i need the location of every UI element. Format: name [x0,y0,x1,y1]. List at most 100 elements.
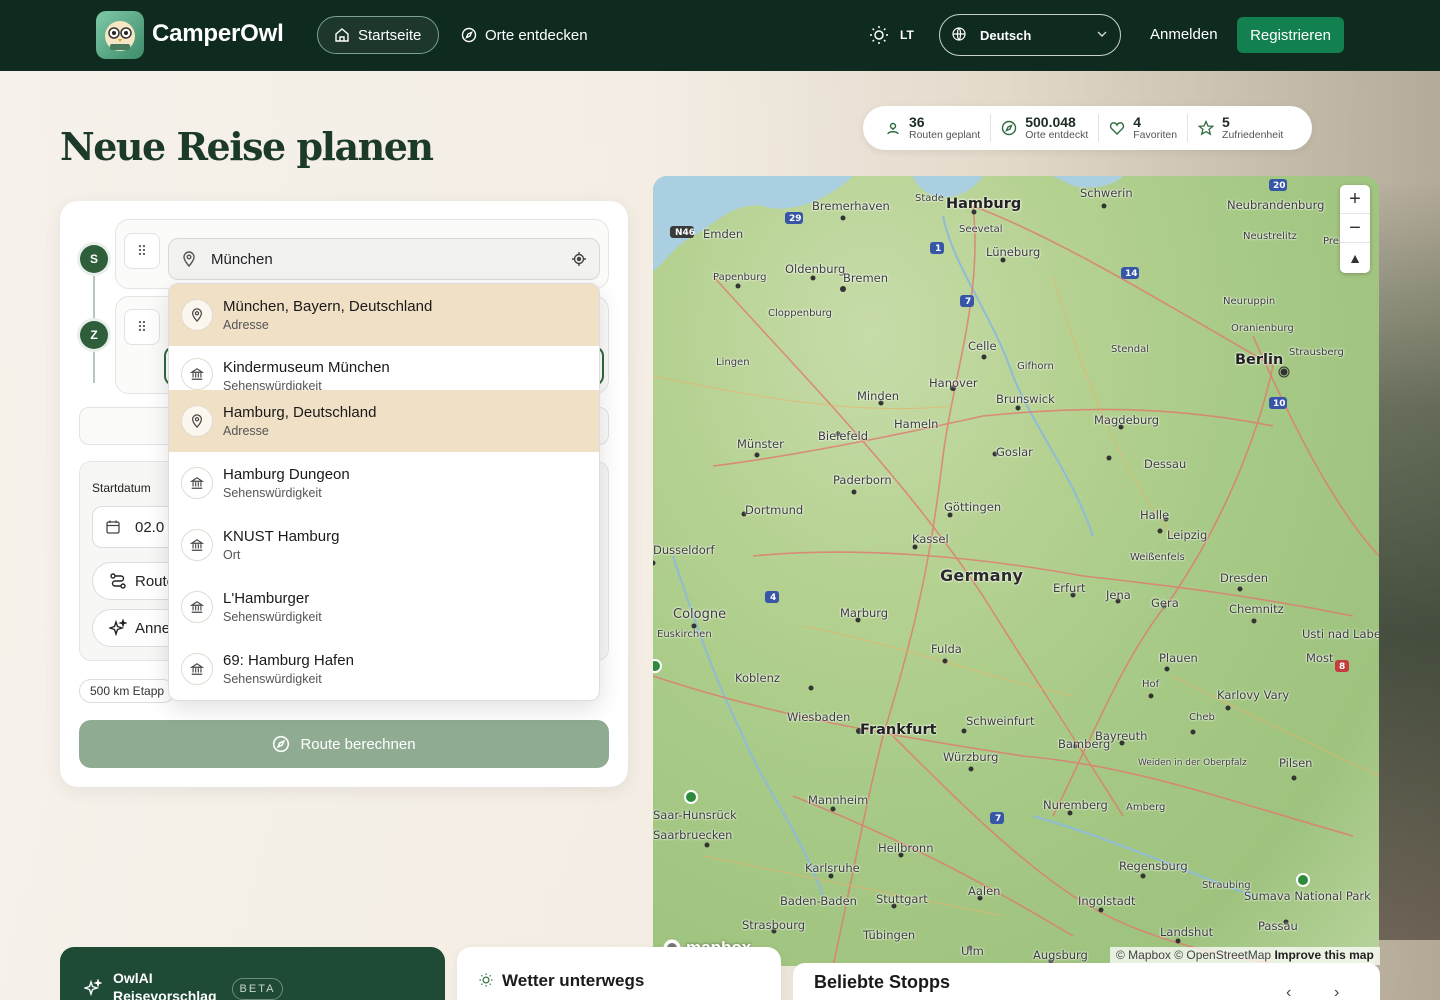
chevron-left-icon[interactable]: ‹ [1286,984,1291,1000]
nav-discover-button[interactable]: Orte entdecken [445,16,604,54]
theme-toggle[interactable]: LT [868,24,914,46]
attribution-text[interactable]: © Mapbox © OpenStreetMap [1116,948,1271,962]
svg-text:7: 7 [965,297,971,307]
svg-text:14: 14 [1125,269,1138,279]
route-map[interactable]: N46 29 1 7 14 20 10 4 7 8 Hamburg Schwer… [653,176,1379,966]
map-city-label: Fulda [931,642,962,656]
star-icon [1198,120,1215,136]
drag-handle-icon[interactable]: ⠿ [124,309,160,345]
stage-length-tag[interactable]: 500 km Etapp [79,679,176,703]
map-city-label: Chemnitz [1229,602,1284,616]
map-city-label: Emden [703,227,744,241]
map-city-label: Berlin [1235,352,1284,368]
map-city-label: Hof [1142,679,1160,690]
suggestion-item[interactable]: Kindermuseum München Sehenswürdigkeit [169,346,599,390]
map-city-label: Oldenburg [785,262,846,276]
map-city-label: Baden-Baden [780,894,857,908]
stat-label: Zufriedenheit [1222,129,1284,141]
map-city-label: Euskirchen [657,629,712,640]
owl-logo[interactable] [96,11,144,59]
language-value: Deutsch [980,27,1032,43]
suggestion-item[interactable]: München, Bayern, Deutschland Adresse [169,284,599,346]
heart-icon [1110,122,1125,135]
svg-text:29: 29 [789,214,802,224]
stat-value: 500.048 [1025,114,1076,130]
suggestion-item[interactable]: L'Hamburger Sehenswürdigkeit [169,576,599,638]
suggestion-name: 69: Hamburg Hafen [223,651,354,669]
map-city-label: Hameln [894,417,939,431]
suggestion-name: München, Bayern, Deutschland [223,297,433,315]
map-city-label: Karlsruhe [805,861,860,875]
compass-icon [461,27,477,43]
svg-text:N46: N46 [675,228,695,238]
map-city-label: Saar-Hunsrück [653,808,737,822]
stats-bar: 36 Routen geplant 500.048 Orte entdeckt 4F… [863,106,1312,150]
stat-value: 4 [1133,114,1142,130]
theme-label: LT [900,28,914,42]
map-city-label: Stade [915,193,944,204]
map-city-label: Ingolstadt [1078,894,1136,908]
map-city-label: Nuremberg [1043,798,1108,812]
stat-label: Orte entdeckt [1025,129,1089,141]
map-city-label: Mannheim [808,793,869,807]
map-city-label: Leipzig [1167,528,1208,542]
stat-label: Favoriten [1133,129,1178,141]
map-city-label: Halle [1140,508,1170,522]
weather-title: Wetter unterwegs [502,971,645,990]
compass-reset-button[interactable]: ▲ [1340,243,1370,272]
startdatum-label: Startdatum [92,481,151,495]
sparkles-icon [84,979,102,997]
svg-text:4: 4 [770,593,776,603]
map-city-label: Brunswick [996,392,1055,406]
chevron-right-icon[interactable]: › [1334,984,1339,1000]
map-city-label: Regensburg [1119,859,1188,873]
map-city-label: Pilsen [1279,756,1313,770]
map-city-label: Stendal [1111,344,1150,355]
pin-icon [181,405,213,437]
map-city-label: Cologne [673,607,727,622]
top-navbar: CamperOwl Startseite Orte entdecken LT D… [0,0,1440,71]
map-city-label: Dresden [1220,571,1269,585]
svg-text:1: 1 [935,244,941,254]
brand-name[interactable]: CamperOwl [152,20,284,48]
suggestion-item[interactable]: KNUST Hamburg Ort [169,514,599,576]
museum-icon [181,653,213,685]
map-city-label: Neustrelitz [1243,231,1297,242]
start-marker: S [80,245,108,273]
locate-icon[interactable] [571,251,587,267]
popular-stops-title: Beliebte Stopps [814,972,951,992]
stat-favorites: 4 Favoriten [1098,114,1187,142]
pin-icon [181,299,213,331]
login-link[interactable]: Anmelden [1150,26,1218,43]
stat-routes: 36 Routen geplant [875,114,990,142]
map-city-label: Papenburg [713,272,767,283]
suggestion-item[interactable]: Hamburg, Deutschland Adresse [169,390,599,452]
svg-text:20: 20 [1273,181,1286,191]
zoom-out-button[interactable]: − [1340,214,1370,243]
svg-text:7: 7 [995,814,1001,824]
chevron-down-icon [1096,28,1108,43]
suggestion-type: Adresse [223,423,269,438]
drag-handle-icon[interactable]: ⠿ [124,233,160,269]
suggestion-name: Hamburg Dungeon [223,465,350,483]
calculate-route-button[interactable]: Route berechnen [79,720,609,768]
map-city-label: Gifhorn [1017,361,1054,372]
map-city-label: Heilbronn [878,841,934,855]
map-city-label: Usti nad Labem [1302,627,1379,641]
map-city-label: Amberg [1126,802,1166,813]
improve-map-link[interactable]: Improve this map [1274,948,1373,962]
suggestion-name: L'Hamburger [223,589,310,607]
suggestion-item[interactable]: Hamburg Dungeon Sehenswürdigkeit [169,452,599,514]
map-city-label: Erfurt [1053,581,1086,595]
map-city-label: Weißenfels [1130,552,1185,563]
zoom-in-button[interactable]: + [1340,185,1370,214]
start-location-input[interactable]: München [168,238,600,280]
nav-home-button[interactable]: Startseite [317,16,439,54]
map-city-label: Most [1306,651,1334,665]
register-button[interactable]: Registrieren [1237,17,1344,53]
language-select[interactable]: Deutsch [939,14,1121,56]
map-zoom-controls: + − ▲ [1340,185,1370,273]
end-marker: Z [80,321,108,349]
suggestion-item[interactable]: 69: Hamburg Hafen Sehenswürdigkeit [169,638,599,700]
globe-icon [952,26,966,44]
